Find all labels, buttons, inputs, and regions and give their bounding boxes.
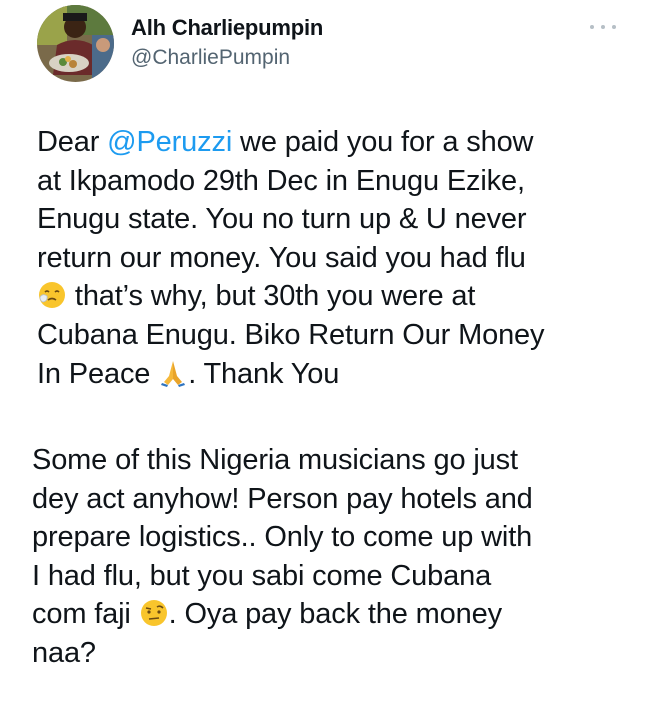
tweet-text: Dear @Peruzzi we paid you for a show at …: [37, 123, 637, 393]
sneezing-face-icon: [37, 280, 67, 310]
tweet-card: Alh Charliepumpin @CharliePumpin Dear @P…: [0, 0, 649, 719]
caption-line: dey act anyhow! Person pay hotels and: [32, 482, 533, 515]
caption-line: Some of this Nigeria musicians go just: [32, 444, 518, 476]
tweet-text-segment: In Peace: [37, 357, 159, 390]
tweet-text-segment: Dear: [37, 126, 108, 158]
tweet-text-segment: we paid you for a show: [232, 126, 534, 158]
user-handle[interactable]: @CharliePumpin: [131, 44, 323, 72]
more-options-button[interactable]: [590, 22, 616, 32]
face-with-raised-eyebrow-icon: [139, 598, 169, 628]
caption-line: com faji . Oya pay back the money: [32, 595, 642, 634]
tweet-text-segment: that’s why, but 30th you were at: [67, 280, 476, 313]
more-horizontal-icon-dot: [612, 25, 616, 29]
tweet-line: Dear @Peruzzi we paid you for a show: [37, 123, 637, 162]
author-info: Alh Charliepumpin @CharliePumpin: [131, 14, 323, 72]
caption-text-segment: com faji: [32, 598, 139, 631]
caption-text-segment: . Oya pay back the money: [168, 598, 502, 631]
tweet-line: that’s why, but 30th you were at: [37, 277, 637, 316]
mention-link[interactable]: @Peruzzi: [107, 126, 232, 158]
folded-hands-icon: [158, 358, 188, 388]
caption-line: naa?: [32, 636, 96, 669]
caption-text: Some of this Nigeria musicians go just d…: [32, 441, 642, 673]
more-horizontal-icon: [590, 25, 594, 29]
display-name[interactable]: Alh Charliepumpin: [131, 14, 323, 42]
tweet-line: return our money. You said you had flu: [37, 241, 526, 274]
avatar-photo: [37, 5, 114, 82]
more-horizontal-icon-dot: [601, 25, 605, 29]
tweet-line: In Peace . Thank You: [37, 355, 637, 394]
tweet-line: at Ikpamodo 29th Dec in Enugu Ezike,: [37, 164, 525, 197]
tweet-line: Enugu state. You no turn up & U never: [37, 203, 527, 236]
tweet-line: Cubana Enugu. Biko Return Our Money: [37, 318, 545, 351]
caption-line: prepare logistics.. Only to come up with: [32, 521, 533, 554]
caption-line: I had flu, but you sabi come Cubana: [32, 559, 492, 592]
avatar[interactable]: [37, 5, 114, 82]
tweet-text-segment: . Thank You: [188, 357, 340, 390]
